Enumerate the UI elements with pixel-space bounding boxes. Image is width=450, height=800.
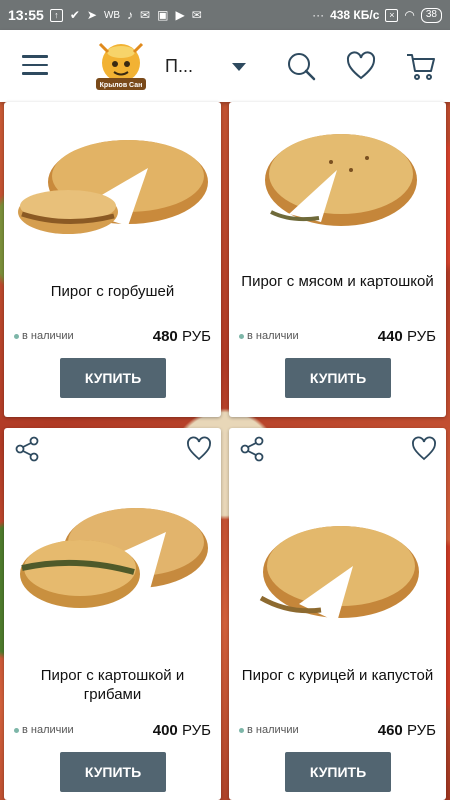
product-price: 400 РУБ xyxy=(152,722,211,739)
product-image[interactable] xyxy=(16,118,209,246)
buy-button[interactable]: КУПИТЬ xyxy=(60,358,166,398)
stock-status: в наличии xyxy=(239,724,299,736)
product-name[interactable]: Пирог с курицей и капустой xyxy=(237,666,438,685)
favorite-icon[interactable] xyxy=(411,436,437,462)
play-icon: ▶ xyxy=(175,8,185,22)
wb-label: WB xyxy=(103,9,121,21)
search-icon[interactable] xyxy=(285,50,317,82)
product-image[interactable] xyxy=(241,114,434,242)
page-title[interactable]: П... xyxy=(165,56,193,77)
mail-icon: ✉ xyxy=(140,8,151,22)
product-price: 460 РУБ xyxy=(377,722,436,739)
battery-indicator: 38 xyxy=(420,7,442,23)
sim-off-icon: × xyxy=(385,8,399,22)
status-time: 13:55 xyxy=(8,7,44,23)
status-bar: 13:55 ↑ ✔ ➤ WB ♪ ✉ ▣ ▶ ✉ ··· 438 КБ/с × … xyxy=(0,0,450,30)
stock-status: в наличии xyxy=(239,330,299,342)
favorites-icon[interactable] xyxy=(345,50,377,82)
product-card[interactable]: Пирог с горбушей в наличии 480 РУБ КУПИТ… xyxy=(4,102,221,417)
favorite-icon[interactable] xyxy=(186,436,212,462)
product-card[interactable]: Пирог с мясом и картошкой в наличии 440 … xyxy=(229,102,446,417)
buy-button[interactable]: КУПИТЬ xyxy=(285,358,391,398)
product-name[interactable]: Пирог с горбушей xyxy=(12,282,213,301)
app-header: Крылов Сан П... xyxy=(0,30,450,102)
cart-icon[interactable] xyxy=(404,50,436,82)
stock-status: в наличии xyxy=(14,724,74,736)
product-card[interactable]: Пирог с картошкой и грибами в наличии 40… xyxy=(4,428,221,800)
share-icon[interactable] xyxy=(239,436,265,462)
upload-icon: ↑ xyxy=(49,8,63,22)
buy-button[interactable]: КУПИТЬ xyxy=(285,752,391,792)
wifi-icon: ◠ xyxy=(404,8,415,22)
mail-icon: ✉ xyxy=(191,8,202,22)
product-price: 440 РУБ xyxy=(377,328,436,345)
photo-icon: ▣ xyxy=(157,8,169,22)
network-speed: 438 КБ/с xyxy=(330,8,380,22)
product-price: 480 РУБ xyxy=(152,328,211,345)
send-icon: ➤ xyxy=(86,8,97,22)
product-card[interactable]: Пирог с курицей и капустой в наличии 460… xyxy=(229,428,446,800)
more-icon: ··· xyxy=(312,8,325,22)
check-icon: ✔ xyxy=(69,8,80,22)
share-icon[interactable] xyxy=(14,436,40,462)
menu-icon[interactable] xyxy=(22,55,48,75)
chevron-down-icon[interactable] xyxy=(232,63,246,71)
brand-logo[interactable]: Крылов Сан xyxy=(90,36,152,96)
product-name[interactable]: Пирог с картошкой и грибами xyxy=(12,666,213,704)
buy-button[interactable]: КУПИТЬ xyxy=(60,752,166,792)
stock-status: в наличии xyxy=(14,330,74,342)
product-image[interactable] xyxy=(241,506,434,634)
product-name[interactable]: Пирог с мясом и картошкой xyxy=(237,272,438,291)
tiktok-icon: ♪ xyxy=(127,8,134,22)
product-image[interactable] xyxy=(16,496,209,624)
logo-text: Крылов Сан xyxy=(100,82,143,89)
